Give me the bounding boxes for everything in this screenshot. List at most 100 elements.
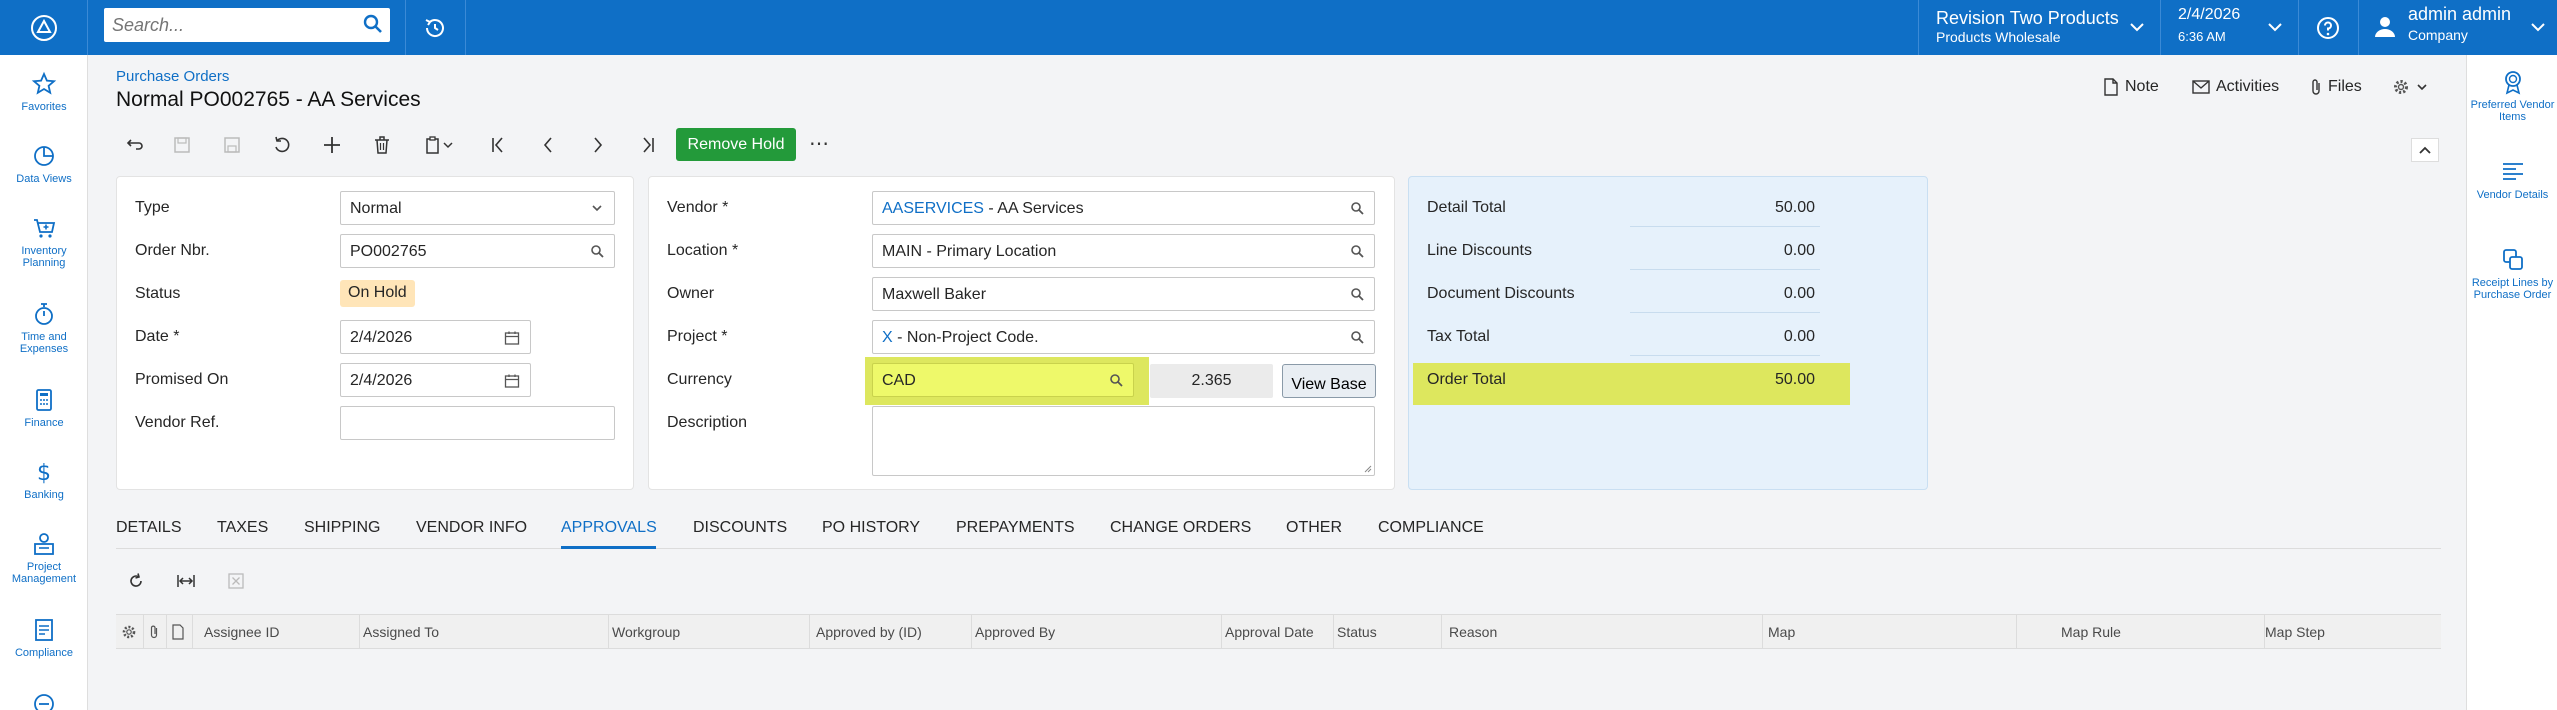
nav-item-banking[interactable]: $ Banking xyxy=(0,459,88,501)
nav-item-finance[interactable]: Finance xyxy=(0,387,88,429)
vendor-name: - AA Services xyxy=(983,200,1084,217)
vendor-code-link[interactable]: AASERVICES xyxy=(882,200,984,217)
rail-item-vendor-details[interactable]: Vendor Details xyxy=(2467,159,2557,201)
column-header[interactable]: Reason xyxy=(1449,624,1497,640)
list-details-icon xyxy=(2502,163,2523,180)
column-header[interactable]: Status xyxy=(1337,624,1377,640)
detail-total-value: 50.00 xyxy=(1774,199,1815,216)
column-header[interactable]: Approved by (ID) xyxy=(816,624,922,640)
calendar-icon[interactable] xyxy=(504,330,520,346)
tab-change-orders[interactable]: CHANGE ORDERS xyxy=(1110,519,1251,537)
history-button[interactable] xyxy=(405,0,465,55)
search-icon[interactable] xyxy=(362,13,384,35)
tab-details[interactable]: DETAILS xyxy=(116,519,182,537)
column-header[interactable]: Approval Date xyxy=(1225,624,1314,640)
resize-handle-icon[interactable] xyxy=(1364,465,1372,473)
nav-item-more[interactable] xyxy=(0,691,88,710)
promised-on-field[interactable]: 2/4/2026 xyxy=(340,363,531,397)
description-textarea[interactable] xyxy=(872,406,1375,476)
tab-vendor-info[interactable]: VENDOR INFO xyxy=(416,519,527,537)
search-icon[interactable] xyxy=(1350,287,1364,301)
currency-field[interactable]: CAD xyxy=(872,363,1134,397)
order-nbr-field[interactable]: PO002765 xyxy=(340,234,615,268)
breadcrumb[interactable]: Purchase Orders xyxy=(116,68,229,85)
owner-field[interactable]: Maxwell Baker xyxy=(872,277,1375,311)
refresh-button[interactable] xyxy=(118,567,154,595)
add-button[interactable] xyxy=(314,128,350,162)
nav-item-project-management[interactable]: Project Management xyxy=(0,531,88,585)
paperclip-icon[interactable] xyxy=(148,624,160,640)
column-header[interactable]: Workgroup xyxy=(612,624,680,640)
previous-record-button[interactable] xyxy=(530,128,566,162)
column-header[interactable]: Approved By xyxy=(975,624,1055,640)
column-header[interactable]: Map Rule xyxy=(2061,624,2121,640)
search-icon[interactable] xyxy=(1350,201,1364,215)
nav-item-label: Data Views xyxy=(16,173,72,185)
type-select[interactable]: Normal xyxy=(340,191,615,225)
tab-prepayments[interactable]: PREPAYMENTS xyxy=(956,519,1075,537)
tab-compliance[interactable]: COMPLIANCE xyxy=(1378,519,1484,537)
fit-columns-button[interactable] xyxy=(168,567,204,595)
document-discounts-value: 0.00 xyxy=(1783,285,1815,302)
calendar-icon[interactable] xyxy=(504,373,520,389)
copy-paste-button[interactable] xyxy=(414,128,462,162)
business-date-selector[interactable]: 2/4/2026 6:36 AM xyxy=(2160,0,2298,55)
date-field[interactable]: 2/4/2026 xyxy=(340,320,531,354)
remove-hold-button[interactable]: Remove Hold xyxy=(676,128,796,161)
column-header[interactable]: Map xyxy=(1768,624,1795,640)
column-header[interactable]: Assignee ID xyxy=(204,624,279,640)
save-close-button[interactable] xyxy=(164,128,200,162)
company-selector[interactable]: Revision Two Products Products Wholesale xyxy=(1918,0,2160,55)
search-icon[interactable] xyxy=(1350,330,1364,344)
vendor-field[interactable]: AASERVICES - AA Services xyxy=(872,191,1375,225)
column-header[interactable]: Map Step xyxy=(2265,624,2325,640)
trash-icon xyxy=(375,136,389,154)
activities-button[interactable]: Activities xyxy=(2192,76,2279,98)
first-record-button[interactable] xyxy=(480,128,516,162)
tab-po-history[interactable]: PO HISTORY xyxy=(822,519,920,537)
collapse-header-button[interactable] xyxy=(2411,138,2439,162)
next-record-button[interactable] xyxy=(580,128,616,162)
view-base-button[interactable]: View Base xyxy=(1282,364,1376,398)
nav-item-data-views[interactable]: Data Views xyxy=(0,143,88,185)
help-button[interactable] xyxy=(2298,0,2358,55)
save-button[interactable] xyxy=(214,128,250,162)
project-code-link[interactable]: X xyxy=(882,329,893,346)
rail-item-preferred-vendor-items[interactable]: Preferred Vendor Items xyxy=(2467,69,2557,123)
logo-button[interactable] xyxy=(0,0,88,55)
nav-item-inventory-planning[interactable]: Inventory Planning xyxy=(0,215,88,269)
mail-icon xyxy=(2192,80,2210,94)
nav-item-compliance[interactable]: Compliance xyxy=(0,617,88,659)
user-menu[interactable]: admin admin Company xyxy=(2358,0,2557,55)
gear-icon[interactable] xyxy=(121,624,137,640)
search-box[interactable] xyxy=(104,8,390,42)
tab-shipping[interactable]: SHIPPING xyxy=(304,519,380,537)
last-record-button[interactable] xyxy=(630,128,666,162)
location-field[interactable]: MAIN - Primary Location xyxy=(872,234,1375,268)
tab-approvals[interactable]: APPROVALS xyxy=(561,519,657,537)
divider xyxy=(1630,355,1820,356)
tab-other[interactable]: OTHER xyxy=(1286,519,1342,537)
search-icon[interactable] xyxy=(1350,244,1364,258)
page-title: Normal PO002765 - AA Services xyxy=(116,88,421,111)
note-button[interactable]: Note xyxy=(2103,76,2159,98)
files-button[interactable]: Files xyxy=(2310,76,2362,98)
vendor-ref-field[interactable] xyxy=(340,406,615,440)
delete-button[interactable] xyxy=(364,128,400,162)
tab-taxes[interactable]: TAXES xyxy=(217,519,268,537)
column-header[interactable]: Assigned To xyxy=(363,624,439,640)
search-icon[interactable] xyxy=(590,244,604,258)
more-actions-button[interactable]: ⋯ xyxy=(806,131,832,159)
nav-item-time-and-expenses[interactable]: Time and Expenses xyxy=(0,301,88,355)
search-input[interactable] xyxy=(112,8,352,42)
settings-menu-button[interactable] xyxy=(2392,76,2428,98)
note-icon[interactable] xyxy=(171,624,185,640)
tab-discounts[interactable]: DISCOUNTS xyxy=(693,519,787,537)
nav-item-favorites[interactable]: Favorites xyxy=(0,71,88,113)
undo-button[interactable] xyxy=(116,128,152,162)
export-excel-button[interactable] xyxy=(218,567,254,595)
project-field[interactable]: X - Non-Project Code. xyxy=(872,320,1375,354)
rail-item-receipt-lines[interactable]: Receipt Lines by Purchase Order xyxy=(2467,247,2557,301)
search-icon[interactable] xyxy=(1109,373,1123,387)
cancel-button[interactable] xyxy=(264,128,300,162)
